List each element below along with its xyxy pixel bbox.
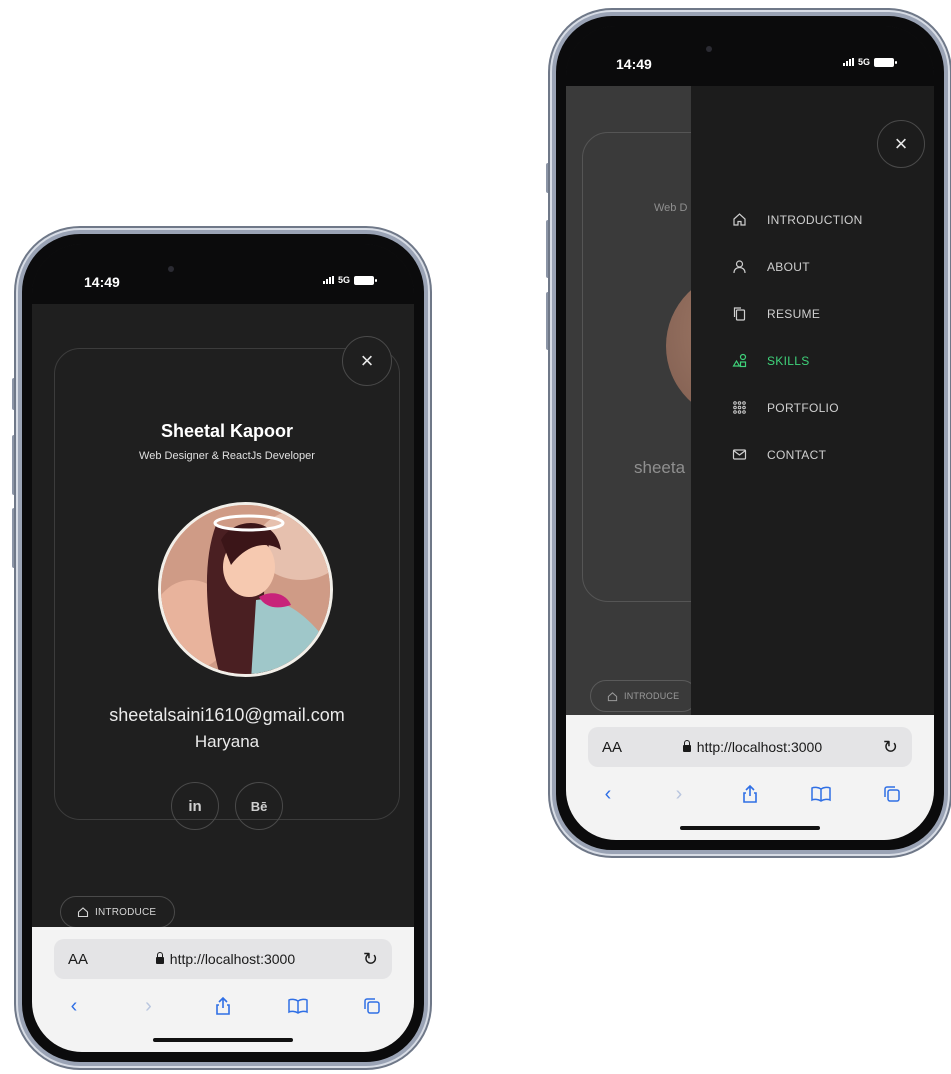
role-partial: Web D <box>654 202 688 214</box>
behance-icon: Bē <box>250 798 268 814</box>
app-content: Sheetal Kapoor Web Designer & ReactJs De… <box>32 304 414 928</box>
mute-switch-right <box>546 163 551 193</box>
battery-icon <box>354 275 377 285</box>
forward-icon[interactable]: › <box>135 993 163 1019</box>
nav-label: INTRODUCTION <box>767 212 863 227</box>
grid-icon <box>731 400 747 416</box>
introduce-button[interactable]: INTRODUCE <box>60 896 176 928</box>
nav-item-introduction[interactable]: INTRODUCTION <box>731 196 863 243</box>
phone-right: 14:49 5G Web D sheeta INTRODUCE × INTROD… <box>552 12 948 854</box>
reload-icon[interactable]: ↻ <box>883 737 898 758</box>
share-icon[interactable] <box>736 781 764 807</box>
back-icon[interactable]: ‹ <box>60 993 88 1019</box>
camera-icon <box>168 266 174 272</box>
tabs-icon[interactable] <box>878 781 906 807</box>
reload-icon[interactable]: ↻ <box>363 949 378 970</box>
nav-menu: INTRODUCTION ABOUT RESUME SKILLS PORTFOL… <box>731 196 863 478</box>
signal-indicator: 5G <box>842 57 897 67</box>
close-button[interactable]: × <box>342 336 392 386</box>
signal-bars-icon <box>322 276 334 284</box>
lock-icon <box>155 951 164 964</box>
profile-name: Sheetal Kapoor <box>160 421 294 441</box>
network-type: 5G <box>857 57 870 67</box>
introduce-label: INTRODUCE <box>95 906 157 918</box>
email-partial: sheeta <box>634 458 686 477</box>
linkedin-icon: in <box>188 797 202 815</box>
signal-bars-icon <box>842 58 854 66</box>
forward-icon[interactable]: › <box>665 781 693 807</box>
close-icon: × <box>360 348 374 373</box>
nav-item-about[interactable]: ABOUT <box>731 243 863 290</box>
nav-item-contact[interactable]: CONTACT <box>731 431 863 478</box>
home-indicator <box>680 826 820 830</box>
volume-down-button-right <box>546 292 551 350</box>
bookmarks-icon[interactable] <box>807 781 835 807</box>
profile-email: sheetalsaini1610@gmail.com <box>109 705 345 725</box>
home-indicator <box>153 1038 293 1042</box>
volume-down-button <box>12 508 17 568</box>
profile-card: Sheetal Kapoor Web Designer & ReactJs De… <box>54 348 400 830</box>
introduce-button-dimmed[interactable]: INTRODUCE <box>590 680 699 712</box>
phone-left: 14:49 5G Sheetal Kapoor Web Designer & R… <box>18 230 428 1066</box>
bookmarks-icon[interactable] <box>284 993 312 1019</box>
documents-icon <box>731 306 747 322</box>
browser-bar: AA http://localhost:3000 ↻ ‹ › <box>566 715 934 840</box>
status-bar: 14:49 5G <box>32 244 414 304</box>
volume-up-button-right <box>546 220 551 278</box>
mute-switch <box>12 378 17 410</box>
avatar <box>158 502 333 677</box>
nav-label: RESUME <box>767 306 821 321</box>
phone-left-screen: 14:49 5G Sheetal Kapoor Web Designer & R… <box>32 244 414 1052</box>
profile-location: Haryana <box>194 732 260 751</box>
browser-toolbar: ‹ › <box>52 993 394 1019</box>
home-icon <box>77 907 89 918</box>
signal-indicator: 5G <box>322 275 377 285</box>
home-icon <box>607 691 618 701</box>
shapes-icon <box>731 353 747 369</box>
camera-icon <box>706 46 712 52</box>
introduce-label: INTRODUCE <box>624 691 680 701</box>
url-field[interactable]: http://localhost:3000 <box>682 739 823 755</box>
behance-button[interactable]: Bē <box>235 782 283 830</box>
nav-label: ABOUT <box>767 259 810 274</box>
home-icon <box>731 212 747 228</box>
battery-icon <box>874 57 897 67</box>
lock-icon <box>682 739 691 752</box>
reader-settings-label: AA <box>602 738 623 756</box>
avatar-illustration <box>161 505 330 674</box>
status-bar: 14:49 5G <box>566 26 934 86</box>
nav-label: PORTFOLIO <box>767 400 839 415</box>
user-icon <box>731 259 747 275</box>
url-bar[interactable]: AA http://localhost:3000 ↻ <box>588 727 912 767</box>
nav-item-skills[interactable]: SKILLS <box>731 337 863 384</box>
tabs-icon[interactable] <box>358 993 386 1019</box>
nav-label: SKILLS <box>767 353 810 368</box>
linkedin-button[interactable]: in <box>171 782 219 830</box>
browser-bar: AA http://localhost:3000 ↻ ‹ › <box>32 927 414 1052</box>
social-links: in Bē <box>55 782 399 830</box>
volume-up-button <box>12 435 17 495</box>
reader-settings-button[interactable]: AA <box>602 739 622 756</box>
url-bar[interactable]: AA http://localhost:3000 ↻ <box>54 939 392 979</box>
nav-item-portfolio[interactable]: PORTFOLIO <box>731 384 863 431</box>
status-time: 14:49 <box>616 56 652 72</box>
close-icon: × <box>894 131 908 156</box>
share-icon[interactable] <box>209 993 237 1019</box>
nav-item-resume[interactable]: RESUME <box>731 290 863 337</box>
mail-icon <box>731 447 747 463</box>
url-text: http://localhost:3000 <box>169 951 296 967</box>
navigation-drawer: × INTRODUCTION ABOUT RESUME SKILLS PORTF… <box>691 86 934 715</box>
url-field[interactable]: http://localhost:3000 <box>155 951 296 967</box>
url-text: http://localhost:3000 <box>696 739 823 755</box>
reader-settings-button[interactable]: AA <box>68 951 88 968</box>
network-type: 5G <box>337 275 350 285</box>
close-menu-button[interactable]: × <box>877 120 925 168</box>
back-icon[interactable]: ‹ <box>594 781 622 807</box>
phone-right-screen: 14:49 5G Web D sheeta INTRODUCE × INTROD… <box>566 26 934 840</box>
status-time: 14:49 <box>84 274 120 290</box>
browser-toolbar: ‹ › <box>586 781 914 807</box>
nav-label: CONTACT <box>767 447 827 462</box>
reader-settings-label: AA <box>68 950 89 968</box>
profile-role: Web Designer & ReactJs Developer <box>139 450 315 462</box>
